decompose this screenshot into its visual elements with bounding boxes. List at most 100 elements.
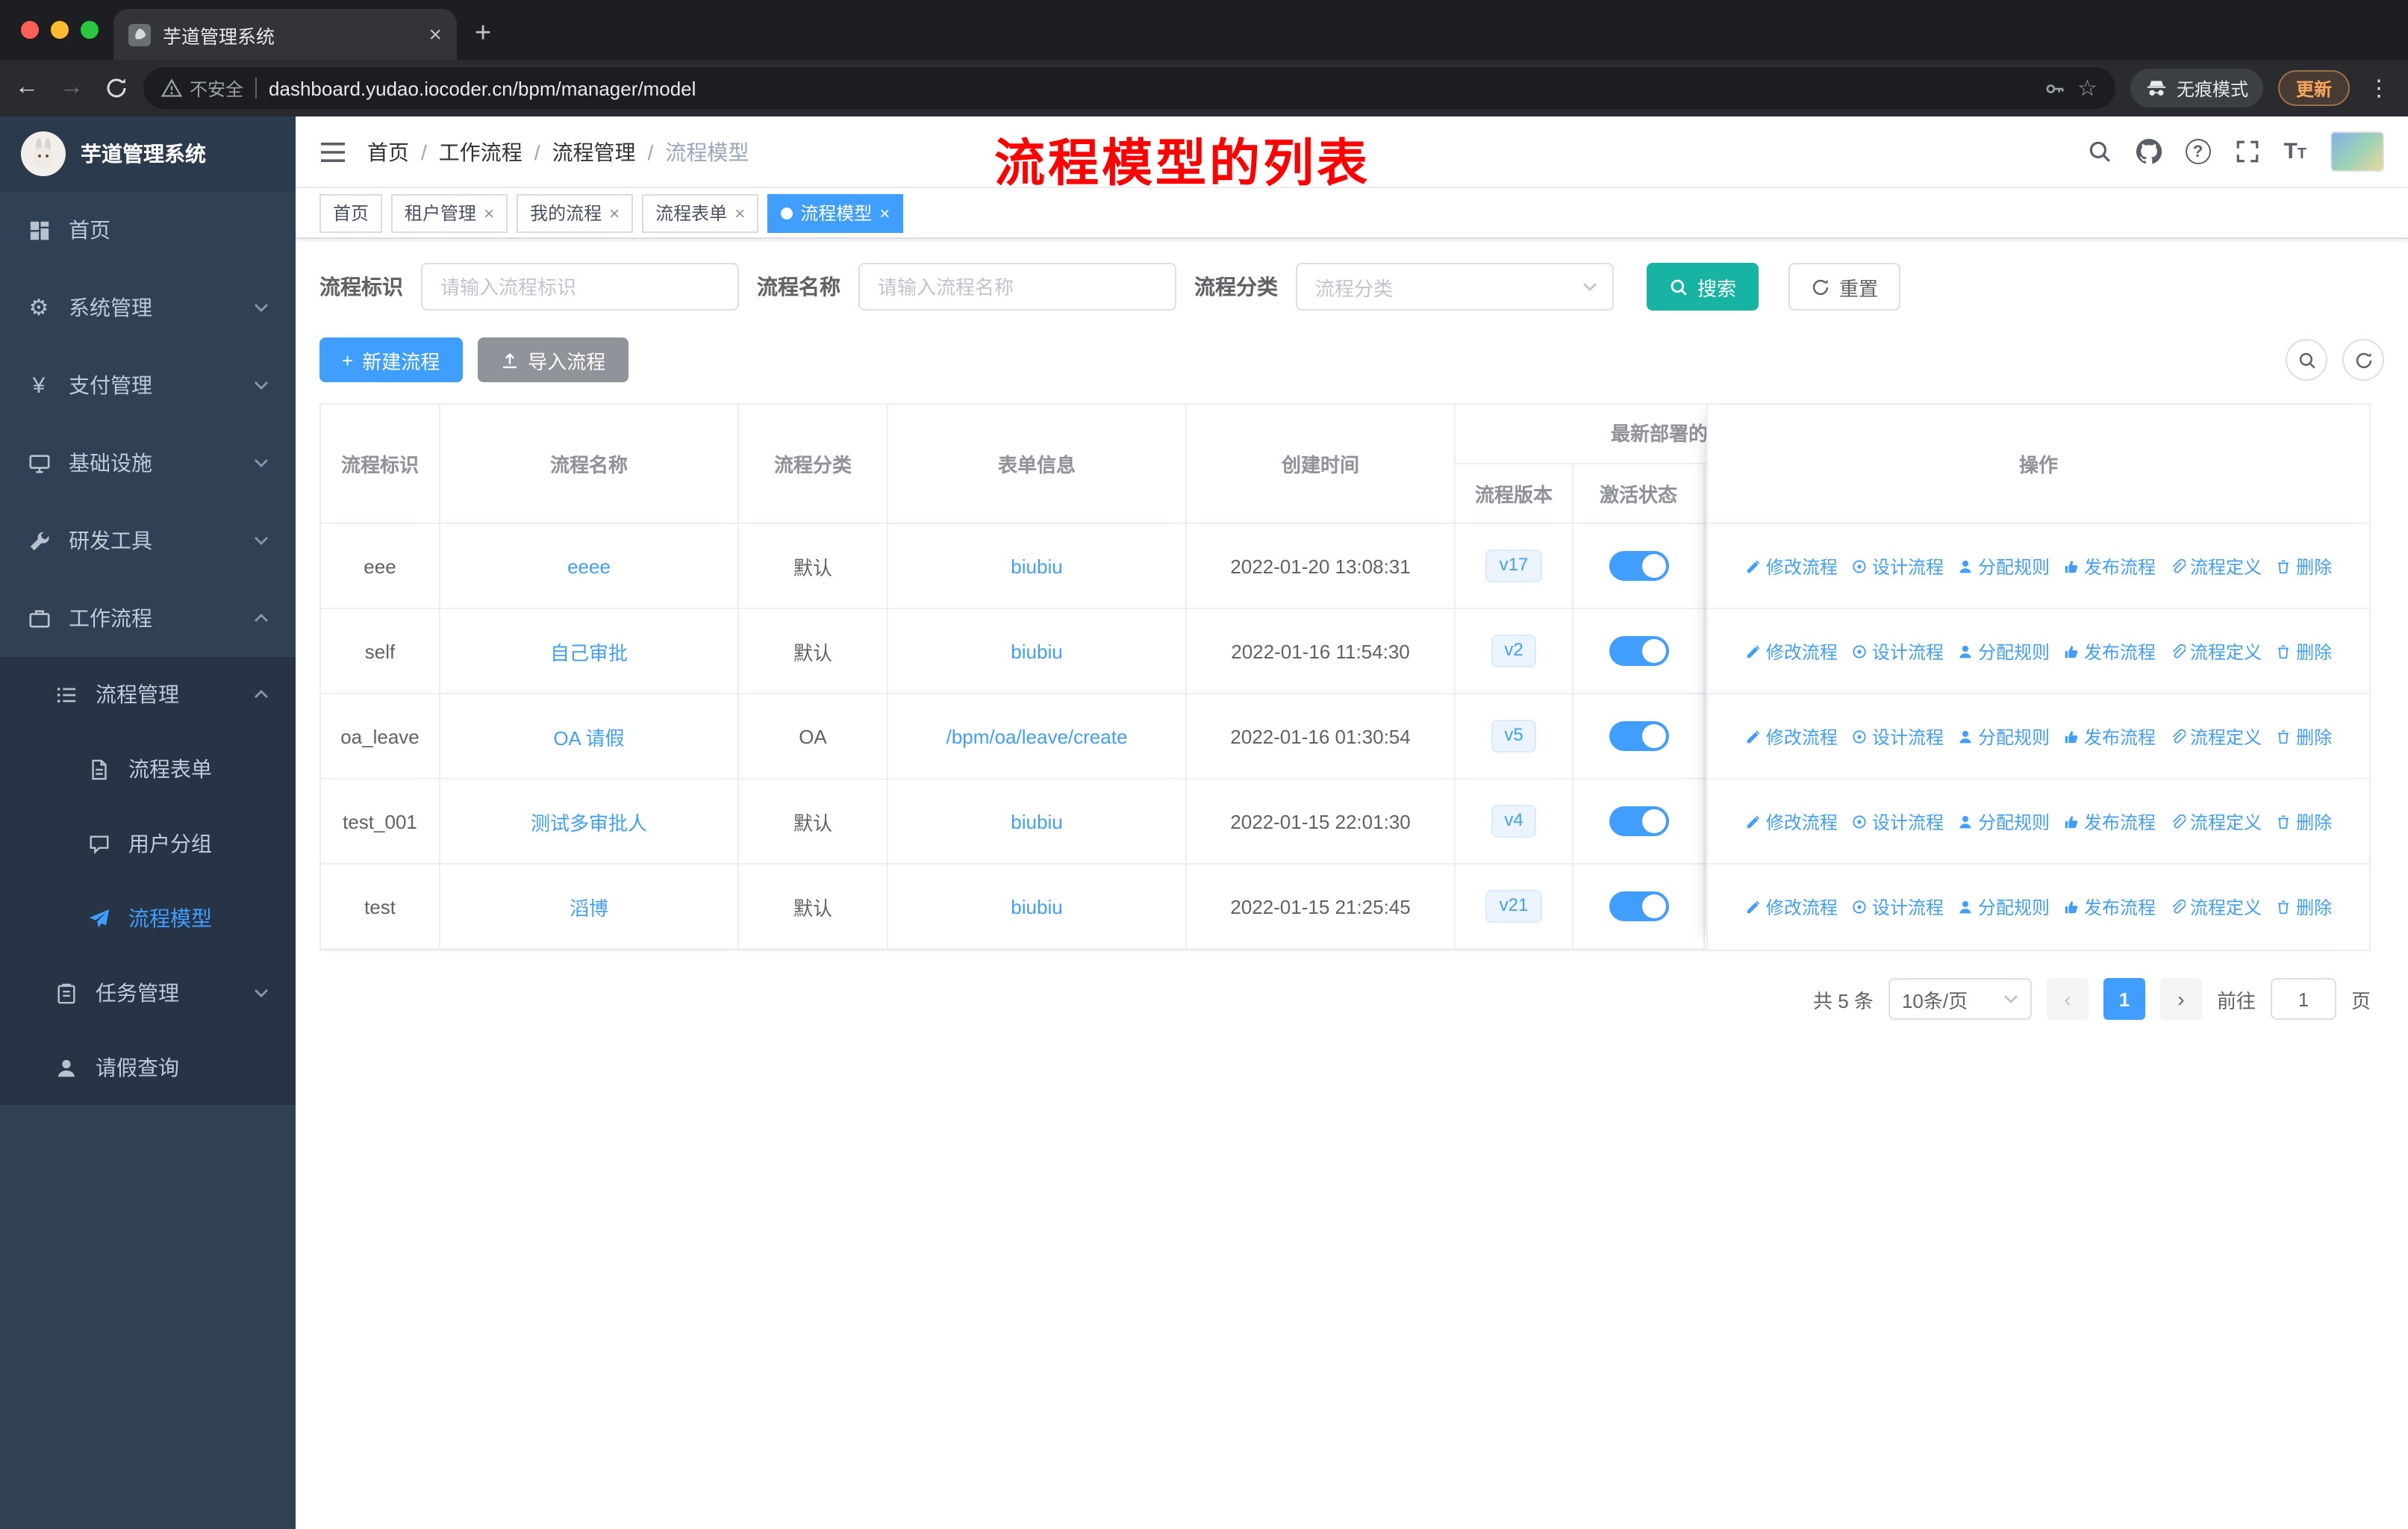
sidebar-item-workflow[interactable]: 工作流程: [0, 579, 296, 657]
assign-rule-link[interactable]: 分配规则: [1957, 723, 2050, 749]
tag-tenant[interactable]: 租户管理 ×: [391, 193, 508, 232]
delete-link[interactable]: 删除: [2275, 638, 2332, 664]
app-logo-row[interactable]: 芋道管理系统: [0, 116, 296, 191]
page-size-select[interactable]: 10条/页: [1888, 978, 2032, 1020]
modify-process-link[interactable]: 修改流程: [1745, 809, 1838, 834]
tag-process-model[interactable]: 流程模型 ×: [767, 193, 904, 232]
process-name-input[interactable]: [858, 263, 1176, 311]
sidebar-item-infrastructure[interactable]: 基础设施: [0, 424, 296, 502]
reload-button[interactable]: [105, 76, 128, 100]
address-bar[interactable]: 不安全 dashboard.yudao.iocoder.cn/bpm/manag…: [143, 67, 2115, 109]
assign-rule-link[interactable]: 分配规则: [1957, 553, 2050, 579]
form-info-link[interactable]: biubiu: [1011, 810, 1062, 832]
publish-process-link[interactable]: 发布流程: [2063, 638, 2156, 664]
user-avatar[interactable]: [2330, 131, 2384, 172]
process-definition-link[interactable]: 流程定义: [2169, 553, 2262, 579]
github-icon[interactable]: [2136, 139, 2162, 164]
active-toggle[interactable]: [1609, 551, 1668, 581]
process-definition-link[interactable]: 流程定义: [2169, 638, 2262, 664]
assign-rule-link[interactable]: 分配规则: [1957, 809, 2050, 834]
design-process-link[interactable]: 设计流程: [1851, 553, 1944, 579]
help-icon[interactable]: ?: [2185, 139, 2211, 164]
sidebar-fold-icon[interactable]: [319, 140, 346, 164]
process-name-link[interactable]: eeee: [567, 555, 611, 577]
minimize-window-button[interactable]: [51, 21, 69, 39]
process-definition-link[interactable]: 流程定义: [2169, 723, 2262, 749]
toggle-search-button[interactable]: [2286, 339, 2327, 381]
new-tab-button[interactable]: +: [475, 18, 491, 51]
password-key-icon[interactable]: [2043, 77, 2065, 99]
bookmark-star-icon[interactable]: ☆: [2077, 77, 2097, 99]
publish-process-link[interactable]: 发布流程: [2063, 894, 2156, 920]
breadcrumb-home[interactable]: 首页: [367, 137, 409, 166]
process-definition-link[interactable]: 流程定义: [2169, 894, 2262, 920]
breadcrumb-process-management[interactable]: 流程管理: [552, 137, 636, 166]
active-toggle[interactable]: [1609, 891, 1668, 921]
modify-process-link[interactable]: 修改流程: [1745, 553, 1838, 579]
breadcrumb-workflow[interactable]: 工作流程: [439, 137, 523, 166]
modify-process-link[interactable]: 修改流程: [1745, 638, 1838, 664]
close-icon[interactable]: ×: [609, 204, 620, 222]
refresh-table-button[interactable]: [2342, 339, 2384, 381]
delete-link[interactable]: 删除: [2275, 723, 2332, 749]
current-page-button[interactable]: 1: [2103, 978, 2145, 1020]
browser-menu-icon[interactable]: ⋮: [2365, 75, 2393, 102]
search-button[interactable]: 搜索: [1647, 263, 1759, 311]
publish-process-link[interactable]: 发布流程: [2063, 809, 2156, 834]
design-process-link[interactable]: 设计流程: [1851, 723, 1944, 749]
fullscreen-icon[interactable]: [2234, 139, 2259, 164]
form-info-link[interactable]: /bpm/oa/leave/create: [946, 725, 1128, 747]
active-toggle[interactable]: [1609, 636, 1668, 666]
publish-process-link[interactable]: 发布流程: [2063, 723, 2156, 749]
design-process-link[interactable]: 设计流程: [1851, 809, 1944, 834]
back-button[interactable]: ←: [15, 75, 39, 102]
sidebar-item-user-group[interactable]: 用户分组: [0, 806, 296, 881]
sidebar-item-system[interactable]: ⚙ 系统管理: [0, 269, 296, 346]
browser-tab[interactable]: 芋道管理系统 ×: [113, 9, 457, 60]
close-icon[interactable]: ×: [879, 204, 890, 222]
form-info-link[interactable]: biubiu: [1011, 640, 1062, 662]
search-icon[interactable]: [2086, 139, 2112, 164]
sidebar-item-home[interactable]: 首页: [0, 191, 296, 269]
form-info-link[interactable]: biubiu: [1011, 895, 1062, 918]
sidebar-item-process-form[interactable]: 流程表单: [0, 732, 296, 806]
font-size-icon[interactable]: TT: [2283, 140, 2306, 163]
process-name-link[interactable]: 测试多审批人: [531, 807, 647, 835]
delete-link[interactable]: 删除: [2275, 809, 2332, 834]
delete-link[interactable]: 删除: [2275, 894, 2332, 920]
forward-button[interactable]: →: [60, 75, 84, 102]
url-text[interactable]: dashboard.yudao.iocoder.cn/bpm/manager/m…: [269, 77, 2031, 99]
goto-page-input[interactable]: [2270, 978, 2336, 1020]
process-id-input[interactable]: [421, 263, 739, 311]
delete-link[interactable]: 删除: [2275, 553, 2332, 579]
modify-process-link[interactable]: 修改流程: [1745, 723, 1838, 749]
sidebar-item-process-model[interactable]: 流程模型: [0, 881, 296, 956]
prev-page-button[interactable]: ‹: [2046, 978, 2089, 1020]
active-toggle[interactable]: [1609, 721, 1668, 751]
browser-update-button[interactable]: 更新: [2277, 70, 2350, 106]
publish-process-link[interactable]: 发布流程: [2063, 553, 2156, 579]
tag-home[interactable]: 首页: [319, 193, 383, 232]
create-process-button[interactable]: + 新建流程: [319, 337, 463, 382]
sidebar-item-task-management[interactable]: 任务管理: [0, 956, 296, 1030]
zoom-window-button[interactable]: [81, 21, 99, 39]
form-info-link[interactable]: biubiu: [1011, 555, 1062, 577]
next-page-button[interactable]: ›: [2159, 978, 2202, 1020]
process-definition-link[interactable]: 流程定义: [2169, 809, 2262, 834]
import-process-button[interactable]: 导入流程: [477, 337, 628, 382]
sidebar-item-payment[interactable]: ¥ 支付管理: [0, 346, 296, 424]
modify-process-link[interactable]: 修改流程: [1745, 894, 1838, 920]
close-window-button[interactable]: [21, 21, 39, 39]
active-toggle[interactable]: [1609, 806, 1668, 836]
process-name-link[interactable]: OA 请假: [553, 722, 624, 750]
tag-process-form[interactable]: 流程表单 ×: [642, 193, 759, 232]
process-name-link[interactable]: 自己审批: [550, 637, 628, 665]
sidebar-item-process-management[interactable]: 流程管理: [0, 657, 296, 732]
sidebar-item-leave-query[interactable]: 请假查询: [0, 1030, 296, 1105]
process-category-select[interactable]: 流程分类: [1296, 263, 1614, 311]
close-icon[interactable]: ×: [484, 204, 494, 222]
insecure-warning[interactable]: 不安全: [161, 75, 243, 101]
close-icon[interactable]: ×: [734, 204, 745, 222]
assign-rule-link[interactable]: 分配规则: [1957, 894, 2050, 920]
process-name-link[interactable]: 滔博: [570, 892, 608, 921]
